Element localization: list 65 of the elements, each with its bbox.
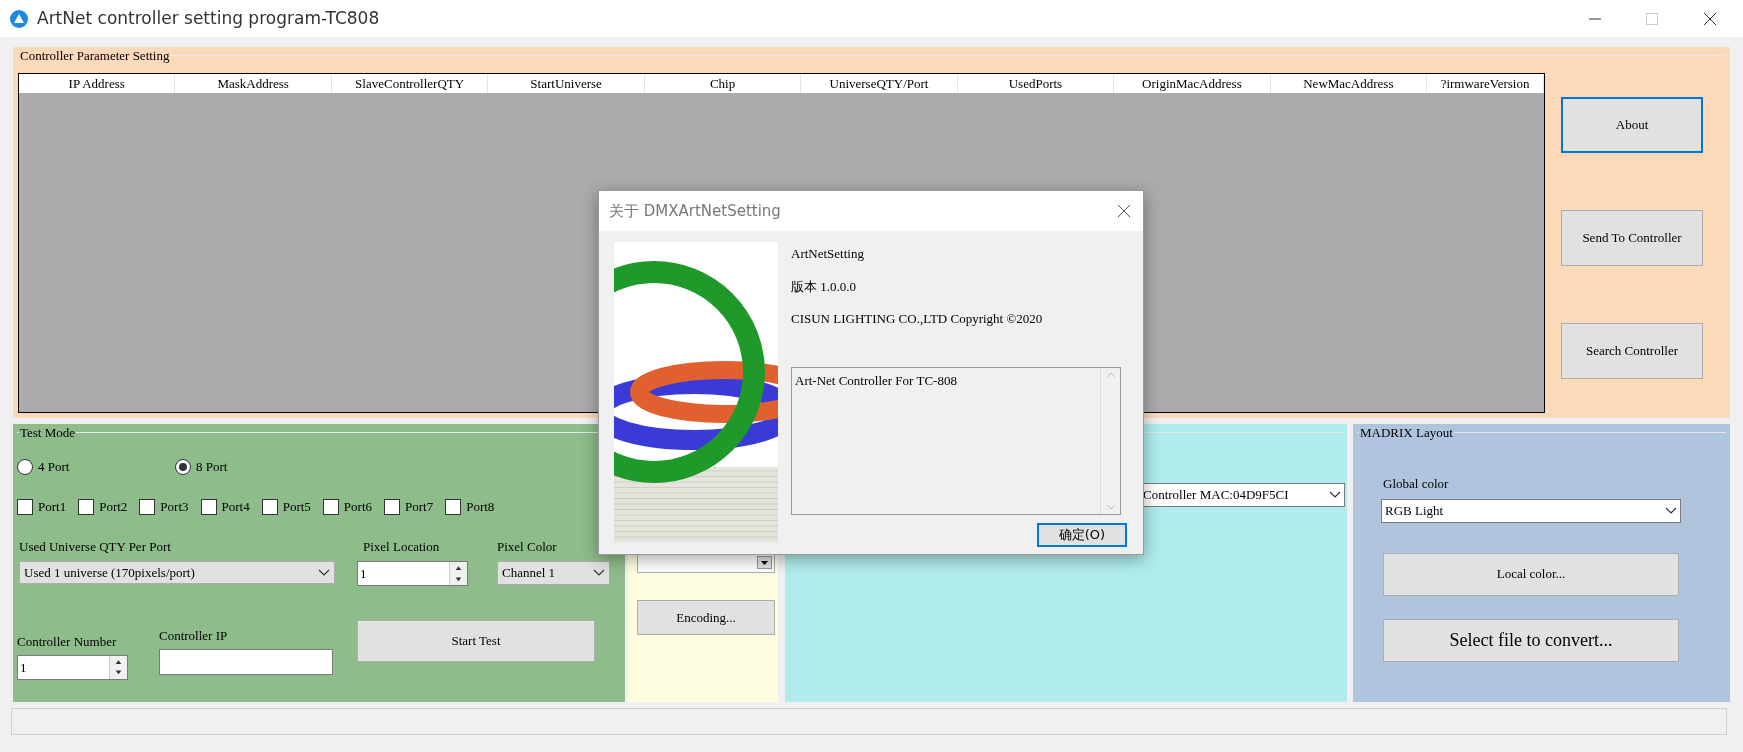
checkbox-label[interactable]: Port4 xyxy=(221,497,250,517)
local-color-button[interactable]: Local color... xyxy=(1383,552,1679,596)
checkbox-label[interactable]: Port3 xyxy=(160,497,189,517)
checkbox[interactable] xyxy=(384,498,401,515)
checkbox[interactable] xyxy=(17,498,33,515)
field-label: Controller Number xyxy=(17,633,118,651)
version-text: 版本 1.0.0.0 xyxy=(791,277,857,296)
field-label: Global color xyxy=(1382,475,1450,493)
select-file-button[interactable]: Select file to convert... xyxy=(1383,618,1679,662)
checkbox[interactable] xyxy=(139,498,156,515)
checkbox-label[interactable]: Port7 xyxy=(405,497,434,517)
column-header[interactable]: OriginMacAddress xyxy=(1114,74,1271,93)
group-title: Controller Parameter Setting xyxy=(19,48,171,63)
field-label: Controller IP xyxy=(159,627,229,645)
pixel-color-dropdown[interactable]: Channel 1 xyxy=(497,561,610,585)
checkbox[interactable] xyxy=(322,498,339,515)
column-header[interactable]: UsedPorts xyxy=(957,74,1115,93)
group-title: Test Mode xyxy=(19,425,77,440)
field-label: Pixel Color xyxy=(497,537,558,556)
checkbox[interactable] xyxy=(261,498,278,515)
column-header[interactable]: SlaveControllerQTY xyxy=(331,74,489,93)
column-header[interactable]: IP Address xyxy=(19,74,176,93)
radio-button[interactable] xyxy=(175,459,191,475)
checkbox[interactable] xyxy=(445,498,462,515)
chevron-down-icon xyxy=(593,569,605,577)
panel-button[interactable]: About xyxy=(1561,97,1703,153)
column-header[interactable]: MaskAddress xyxy=(175,74,332,93)
start-test-button[interactable]: Start Test xyxy=(357,620,595,662)
column-header[interactable]: NewMacAddress xyxy=(1270,74,1428,93)
checkbox[interactable] xyxy=(78,498,95,515)
checkbox-label[interactable]: Port5 xyxy=(282,497,311,517)
column-header[interactable]: ?irmwareVersion xyxy=(1427,74,1545,93)
checkbox-label[interactable]: Port6 xyxy=(343,497,373,517)
close-icon[interactable] xyxy=(1703,11,1717,26)
window-title: ArtNet controller setting program-TC808 xyxy=(37,6,380,30)
product-name: ArtNetSetting xyxy=(791,245,865,263)
column-header[interactable]: UniverseQTY/Port xyxy=(801,74,958,93)
dialog-title: 关于 DMXArtNetSetting xyxy=(609,200,781,222)
field-label: Used Universe QTY Per Port xyxy=(19,537,172,556)
field-label: Pixel Location xyxy=(362,537,441,556)
chevron-down-icon xyxy=(1665,506,1677,515)
column-header[interactable]: Chip xyxy=(644,74,802,93)
ok-button[interactable]: 确定(O) xyxy=(1037,522,1127,547)
checkbox-label[interactable]: Port1 xyxy=(38,497,67,517)
chevron-down-icon xyxy=(1329,491,1341,499)
description-box: Art-Net Controller For TC-808 xyxy=(791,366,1121,515)
panel-button[interactable]: Search Controller xyxy=(1561,323,1703,379)
controller-ip-field[interactable] xyxy=(159,648,333,675)
radio-button[interactable] xyxy=(17,459,33,475)
panel-button[interactable]: Send To Controller xyxy=(1561,210,1703,266)
universe-dropdown[interactable]: Used 1 universe (170pixels/port) xyxy=(19,561,335,584)
global-color-dropdown[interactable]: RGB Light xyxy=(1381,498,1681,523)
number-spinner[interactable]: 1 xyxy=(17,654,128,680)
number-spinner[interactable]: 1 xyxy=(357,561,468,586)
copyright-text: CISUN LIGHTING CO.,LTD Copyright ©2020 xyxy=(791,310,1044,328)
radio-label[interactable]: 4 Port xyxy=(38,457,70,477)
checkbox-label[interactable]: Port2 xyxy=(99,497,128,517)
app-logo-icon xyxy=(9,8,29,29)
encoding-button[interactable]: Encoding... xyxy=(637,600,775,635)
chevron-down-icon xyxy=(318,568,330,577)
close-icon[interactable] xyxy=(1117,204,1131,218)
checkbox[interactable] xyxy=(200,498,217,515)
column-header[interactable]: StartUniverse xyxy=(488,74,645,93)
checkbox-label[interactable]: Port8 xyxy=(466,497,495,517)
radio-label[interactable]: 8 Port xyxy=(196,457,228,477)
